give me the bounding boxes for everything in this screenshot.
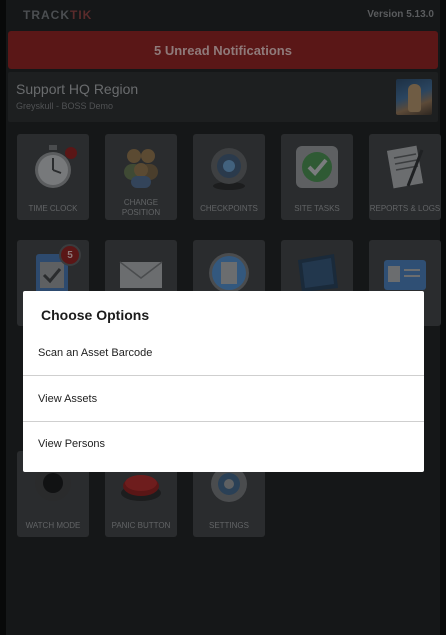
version-label: Version 5.13.0 [367,9,434,20]
top-bar: TRACKTIK Version 5.13.0 [6,0,440,30]
tile-change-position[interactable]: CHANGE POSITION [105,134,177,220]
tile-checkpoints[interactable]: CHECKPOINTS [193,134,265,220]
profile-photo-icon[interactable] [396,79,432,115]
dialog-title: Choose Options [41,307,150,323]
people-icon [124,149,158,188]
checkmark-icon [296,146,338,188]
tile-label: CHECKPOINTS [200,204,258,213]
tile-label: TIME CLOCK [28,204,78,213]
tile-label: SETTINGS [208,521,249,530]
scanner-icon [211,148,247,190]
tile-label: REPORTS & LOGS [369,204,441,213]
region-header[interactable]: Support HQ Region Greyskull - BOSS Demo [8,72,438,122]
option-scan-asset-barcode[interactable]: Scan an Asset Barcode [23,330,424,376]
checklist-badge: 5 [59,244,81,266]
choose-options-dialog: Choose Options Scan an Asset Barcode Vie… [23,291,424,472]
region-subtitle: Greyskull - BOSS Demo [16,101,114,111]
tile-site-tasks[interactable]: SITE TASKS [281,134,353,220]
tracktik-logo: TRACKTIK [23,8,92,22]
logo-track-text: TRACK [23,8,70,22]
unread-notifications-banner[interactable]: 5 Unread Notifications [8,31,438,69]
option-view-persons[interactable]: View Persons [23,421,424,467]
left-bezel [0,0,6,635]
notifications-label: 5 Unread Notifications [154,42,292,58]
region-name: Support HQ Region [16,81,139,97]
tile-label: WATCH MODE [25,521,81,530]
tile-time-clock[interactable]: TIME CLOCK [17,134,89,220]
tile-label: CHANGE POSITION [121,198,161,217]
tile-reports-logs[interactable]: REPORTS & LOGS [369,134,441,220]
option-view-assets[interactable]: View Assets [23,376,424,422]
notepad-icon [386,145,424,189]
tile-label: SITE TASKS [294,204,340,213]
stopwatch-icon [35,145,77,188]
logo-tik-text: TIK [70,8,93,22]
tile-label: PANIC BUTTON [111,521,171,530]
